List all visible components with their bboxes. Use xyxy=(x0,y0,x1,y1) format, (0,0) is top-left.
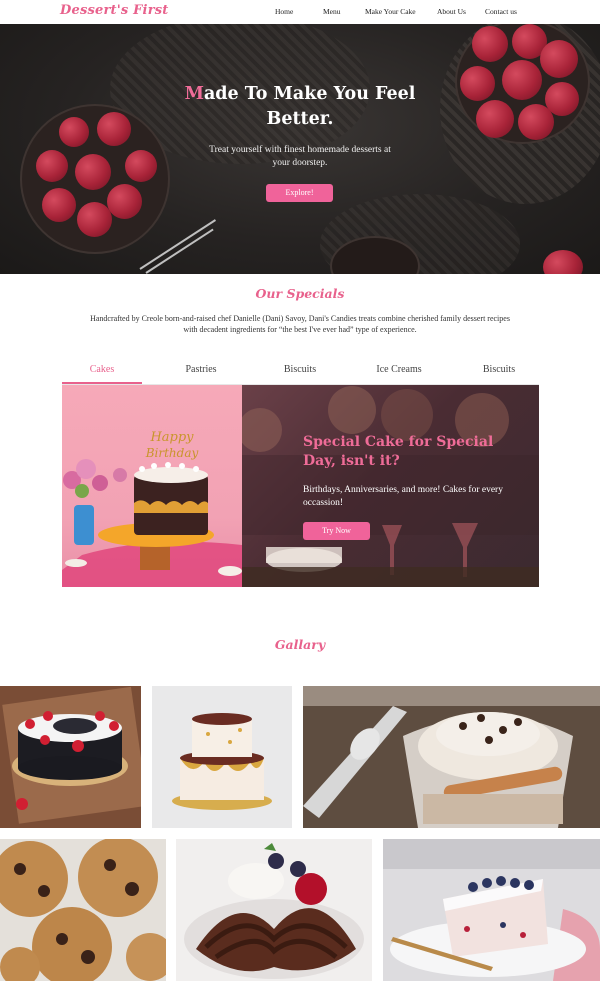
hero-title-rest: ade To Make You Feel Better. xyxy=(203,84,416,129)
nav-home[interactable]: Home xyxy=(275,7,293,16)
raspberry xyxy=(543,250,583,274)
gallery-chocolate-chip-cookies[interactable] xyxy=(0,839,166,981)
raspberry xyxy=(476,100,514,138)
gallery-title: Gallary xyxy=(274,637,326,652)
nav-about-us[interactable]: About Us xyxy=(437,7,466,16)
raspberry xyxy=(518,104,554,140)
raspberry xyxy=(42,188,76,222)
birthday-cake-illustration: Happy Birthday xyxy=(62,430,242,587)
raspberry xyxy=(77,202,112,237)
specials-title: Our Specials xyxy=(255,286,345,301)
tab-ice-creams[interactable]: Ice Creams xyxy=(359,364,439,375)
specials-tabs: Cakes Pastries Biscuits Ice Creams Biscu… xyxy=(62,360,539,385)
active-tab-indicator xyxy=(62,382,142,384)
gallery-blueberry-cake-slice[interactable] xyxy=(383,839,600,981)
nav-menu[interactable]: Menu xyxy=(323,7,341,16)
raspberry xyxy=(125,150,157,182)
gallery-black-forest-cake[interactable] xyxy=(0,686,141,828)
fork-image xyxy=(145,228,214,274)
hero-title: Made To Make You Feel Better. xyxy=(150,82,450,132)
brand-logo[interactable]: Dessert's First xyxy=(60,3,168,18)
nav-contact-us[interactable]: Contact us xyxy=(485,7,517,16)
special-day-banner: Special Cake for Special Day, isn't it? … xyxy=(242,385,539,587)
gallery-chocolate-pasta-dessert[interactable] xyxy=(176,839,372,981)
raspberry xyxy=(540,40,578,78)
top-navbar: Dessert's First Home Menu Make Your Cake… xyxy=(0,0,600,24)
raspberry xyxy=(502,60,542,100)
raspberry xyxy=(107,184,142,219)
gallery-two-tier-cake[interactable] xyxy=(152,686,292,828)
raspberry xyxy=(59,117,89,147)
raspberry xyxy=(472,26,508,62)
cake-topper-birthday: Birthday xyxy=(145,446,199,460)
raspberry xyxy=(97,112,131,146)
tab-pastries[interactable]: Pastries xyxy=(161,364,241,375)
specials-description: Handcrafted by Creole born-and-raised ch… xyxy=(90,314,510,334)
special-card-text: Birthdays, Anniversaries, and more! Cake… xyxy=(303,485,503,508)
try-now-button[interactable]: Try Now xyxy=(303,522,370,540)
hero-subtitle: Treat yourself with finest homemade dess… xyxy=(209,145,391,168)
raspberry xyxy=(75,154,111,190)
cake-topper-happy: Happy xyxy=(149,430,194,445)
tab-biscuits[interactable]: Biscuits xyxy=(260,364,340,375)
hero-title-first-letter: M xyxy=(184,84,204,104)
nav-make-your-cake[interactable]: Make Your Cake xyxy=(365,7,416,16)
tab-biscuits-2[interactable]: Biscuits xyxy=(459,364,539,375)
gallery-chocolate-mousse-cup[interactable] xyxy=(303,686,600,828)
raspberry xyxy=(460,66,495,101)
tab-cakes[interactable]: Cakes xyxy=(62,364,142,375)
birthday-cake-image: Happy Birthday xyxy=(62,385,242,587)
explore-button[interactable]: Explore! xyxy=(266,184,333,202)
raspberry xyxy=(36,150,68,182)
special-card-heading: Special Cake for Special Day, isn't it? xyxy=(303,434,494,469)
hero-banner: Made To Make You Feel Better. Treat your… xyxy=(0,24,600,274)
